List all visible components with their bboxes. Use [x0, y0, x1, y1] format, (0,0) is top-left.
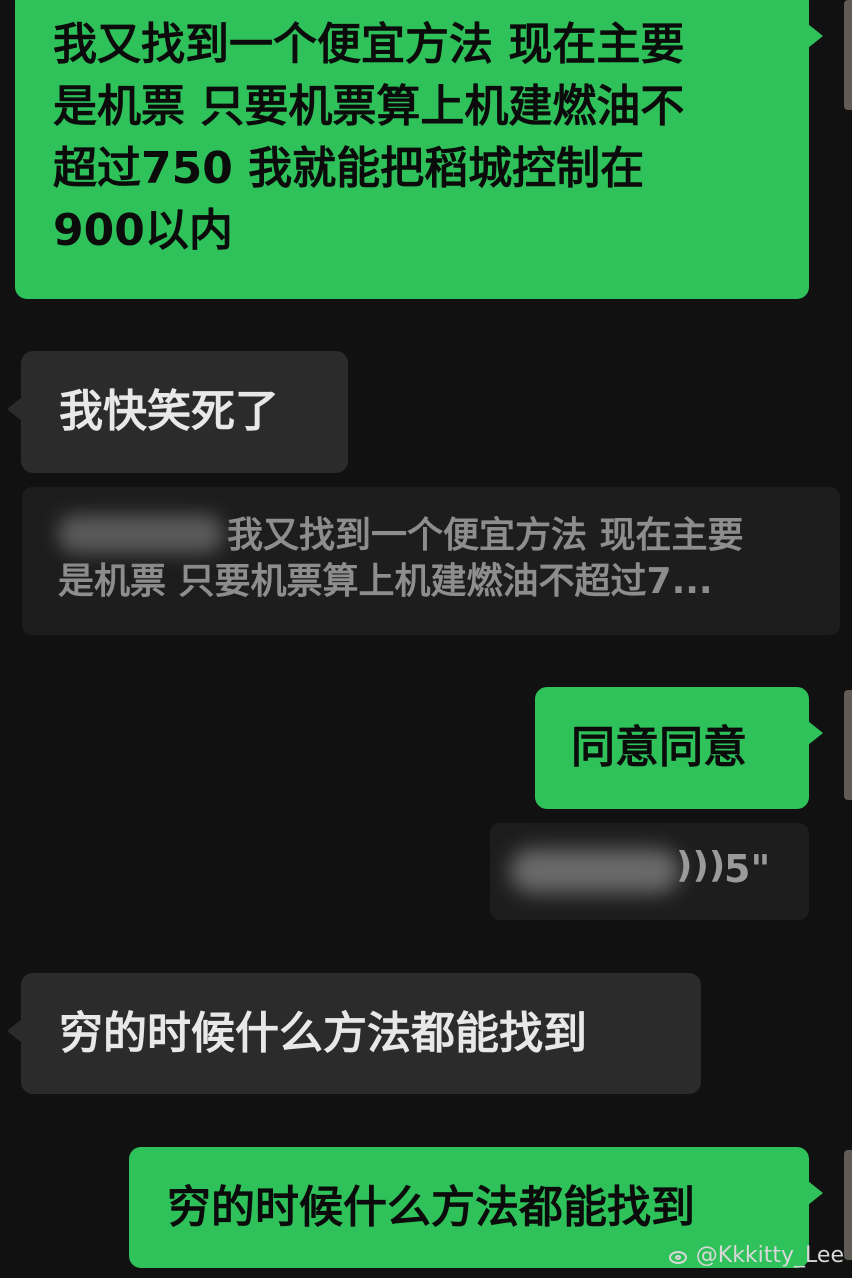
blurred-sender-name	[58, 515, 223, 553]
voice-wave-icon: )))	[676, 845, 726, 886]
message-text: 穷的时候什么方法都能找到	[167, 1182, 695, 1233]
quoted-message[interactable]: 我又找到一个便宜方法 现在主要 是机票 只要机票算上机建燃油不超过7...	[22, 487, 840, 635]
outgoing-message-bubble[interactable]: 我又找到一个便宜方法 现在主要 是机票 只要机票算上机建燃油不 超过750 我就…	[15, 0, 823, 299]
incoming-message-bubble[interactable]: 我快笑死了	[7, 351, 348, 473]
sender-avatar[interactable]	[844, 0, 852, 110]
watermark-text: @Kkkitty_Lee	[695, 1243, 844, 1268]
message-text: 穷的时候什么方法都能找到	[59, 1008, 587, 1059]
weibo-icon	[668, 1246, 692, 1266]
quote-line: 我又找到一个便宜方法 现在主要	[227, 515, 744, 556]
outgoing-message-bubble[interactable]: 同意同意	[535, 687, 823, 809]
message-text: 同意同意	[571, 722, 747, 773]
message-text: 我快笑死了	[59, 386, 279, 437]
message-line: 超过750 我就能把稻城控制在	[53, 143, 645, 194]
blurred-sender-name	[510, 849, 680, 893]
chat-view: 我又找到一个便宜方法 现在主要 是机票 只要机票算上机建燃油不 超过750 我就…	[0, 0, 852, 1278]
quoted-voice-message[interactable]: ))) 5"	[490, 823, 809, 920]
voice-duration: 5"	[724, 847, 771, 891]
watermark: @Kkkitty_Lee	[668, 1243, 844, 1268]
incoming-message-bubble[interactable]: 穷的时候什么方法都能找到	[7, 973, 701, 1094]
message-line: 我又找到一个便宜方法 现在主要	[53, 19, 685, 70]
message-line: 是机票 只要机票算上机建燃油不	[53, 81, 685, 132]
message-line: 900以内	[53, 205, 233, 256]
sender-avatar[interactable]	[844, 1150, 852, 1260]
sender-avatar[interactable]	[844, 690, 852, 800]
quote-line: 是机票 只要机票算上机建燃油不超过7...	[58, 561, 713, 602]
